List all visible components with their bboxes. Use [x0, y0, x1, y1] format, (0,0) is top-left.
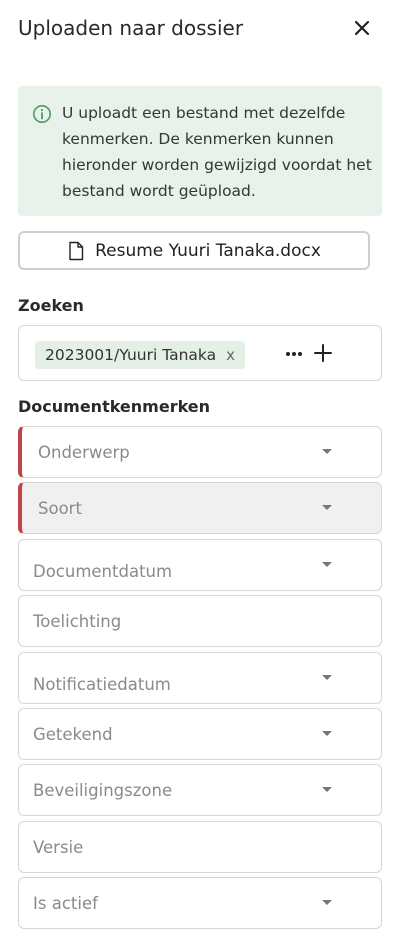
- field-is-actief[interactable]: Is actief: [18, 877, 382, 929]
- info-circle-icon: [33, 105, 51, 123]
- close-button[interactable]: [348, 14, 376, 42]
- field-label: Onderwerp: [38, 443, 130, 462]
- field-label: Documentdatum: [33, 562, 173, 581]
- chip-label: 2023001/Yuuri Tanaka: [45, 346, 217, 364]
- field-label: Beveiligingszone: [33, 781, 173, 800]
- dialog-header: Uploaden naar dossier: [18, 14, 382, 46]
- chip-remove-button[interactable]: x: [226, 346, 235, 364]
- chevron-down-icon: [322, 731, 332, 736]
- search-input[interactable]: 2023001/Yuuri Tanaka x: [18, 325, 382, 381]
- field-versie[interactable]: Versie: [18, 821, 382, 873]
- properties-label: Documentkenmerken: [18, 397, 211, 416]
- chevron-down-icon: [322, 675, 332, 680]
- field-toelichting[interactable]: Toelichting: [18, 595, 382, 647]
- file-button[interactable]: Resume Yuuri Tanaka.docx: [18, 231, 370, 270]
- chevron-down-icon: [322, 787, 332, 792]
- field-onderwerp[interactable]: Onderwerp: [18, 426, 382, 478]
- dialog-title: Uploaden naar dossier: [18, 16, 244, 40]
- chevron-down-icon: [322, 562, 332, 567]
- chevron-down-icon: [322, 505, 332, 510]
- file-name: Resume Yuuri Tanaka.docx: [95, 240, 321, 261]
- field-beveiligingszone[interactable]: Beveiligingszone: [18, 764, 382, 816]
- field-notificatiedatum[interactable]: Notificatiedatum: [18, 652, 382, 704]
- selected-dossier-chip: 2023001/Yuuri Tanaka x: [35, 341, 246, 369]
- field-getekend[interactable]: Getekend: [18, 708, 382, 760]
- field-documentdatum[interactable]: Documentdatum: [18, 539, 382, 591]
- chevron-down-icon: [322, 449, 332, 454]
- close-icon: [354, 20, 370, 36]
- field-label: Is actief: [33, 894, 98, 913]
- more-horizontal-icon[interactable]: [284, 344, 304, 364]
- info-text: U uploadt een bestand met dezelfde kenme…: [62, 104, 372, 200]
- field-label: Versie: [33, 838, 84, 857]
- document-icon: [69, 241, 84, 260]
- chevron-down-icon: [322, 900, 332, 905]
- search-label: Zoeken: [18, 296, 84, 315]
- field-soort[interactable]: Soort: [18, 482, 382, 534]
- info-banner: U uploadt een bestand met dezelfde kenme…: [18, 86, 382, 216]
- field-label: Soort: [38, 499, 82, 518]
- field-label: Toelichting: [33, 612, 122, 631]
- field-label: Notificatiedatum: [33, 675, 171, 694]
- field-label: Getekend: [33, 725, 113, 744]
- plus-icon[interactable]: [312, 342, 334, 364]
